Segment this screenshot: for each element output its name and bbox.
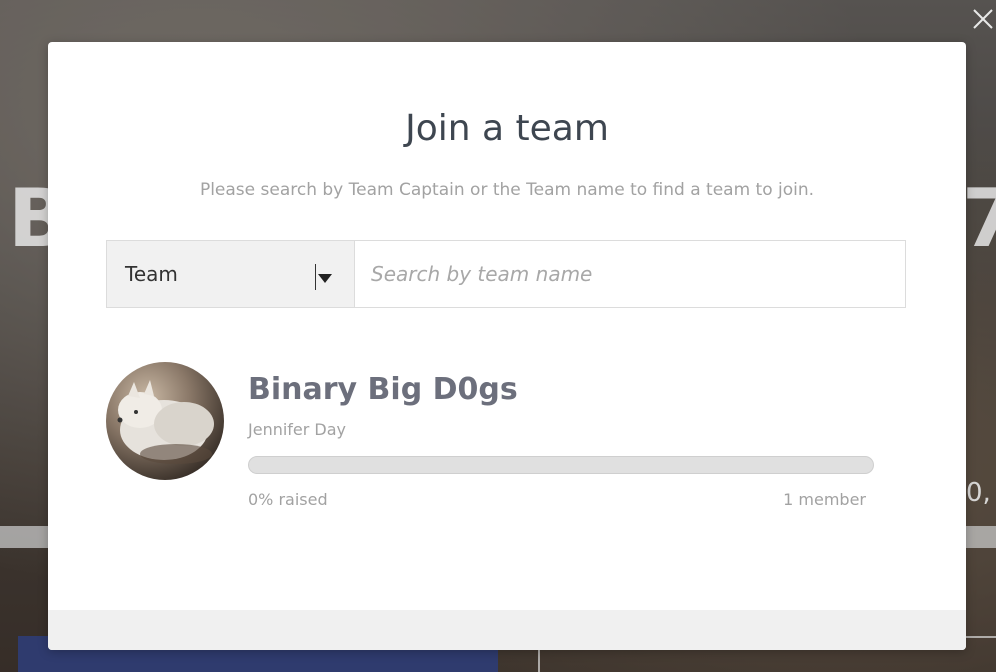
search-type-select[interactable]: Team bbox=[106, 240, 354, 308]
team-result-card[interactable]: Binary Big D0gs Jennifer Day 0% raised 1… bbox=[106, 360, 886, 509]
background-progress-bar-right bbox=[962, 526, 996, 548]
modal-title: Join a team bbox=[405, 108, 609, 149]
search-type-selected-label: Team bbox=[125, 262, 178, 286]
raised-label: 0% raised bbox=[248, 490, 328, 509]
background-heading-fragment-right: 7 bbox=[962, 172, 996, 265]
background-progress-bar-left bbox=[0, 526, 52, 548]
search-row: Team bbox=[106, 240, 906, 308]
modal-subtitle: Please search by Team Captain or the Tea… bbox=[199, 180, 815, 200]
caret-down-icon bbox=[318, 269, 332, 288]
team-avatar-image bbox=[106, 362, 224, 480]
background-amount-fragment: 0, bbox=[966, 478, 991, 508]
team-name: Binary Big D0gs bbox=[248, 372, 518, 407]
fundraising-progress-bar bbox=[248, 456, 874, 474]
modal-footer bbox=[48, 610, 966, 650]
text-cursor bbox=[315, 264, 316, 290]
team-search-input[interactable] bbox=[354, 240, 906, 308]
join-team-modal: Join a team Please search by Team Captai… bbox=[48, 42, 966, 650]
member-count-label: 1 member bbox=[783, 490, 866, 509]
close-button[interactable] bbox=[970, 6, 996, 32]
team-captain-name: Jennifer Day bbox=[248, 420, 347, 439]
close-icon bbox=[973, 9, 993, 29]
